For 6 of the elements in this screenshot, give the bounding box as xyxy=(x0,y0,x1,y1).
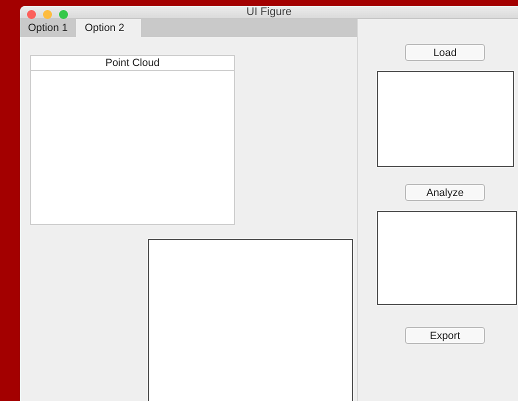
action-button[interactable]: Export xyxy=(405,327,485,344)
action-button[interactable]: Load xyxy=(405,44,485,61)
action-button[interactable]: Analyze xyxy=(405,184,485,201)
window-title: UI Figure xyxy=(246,6,292,18)
panel-title: Point Cloud xyxy=(31,56,234,71)
tab[interactable]: Option 2 xyxy=(76,19,142,37)
